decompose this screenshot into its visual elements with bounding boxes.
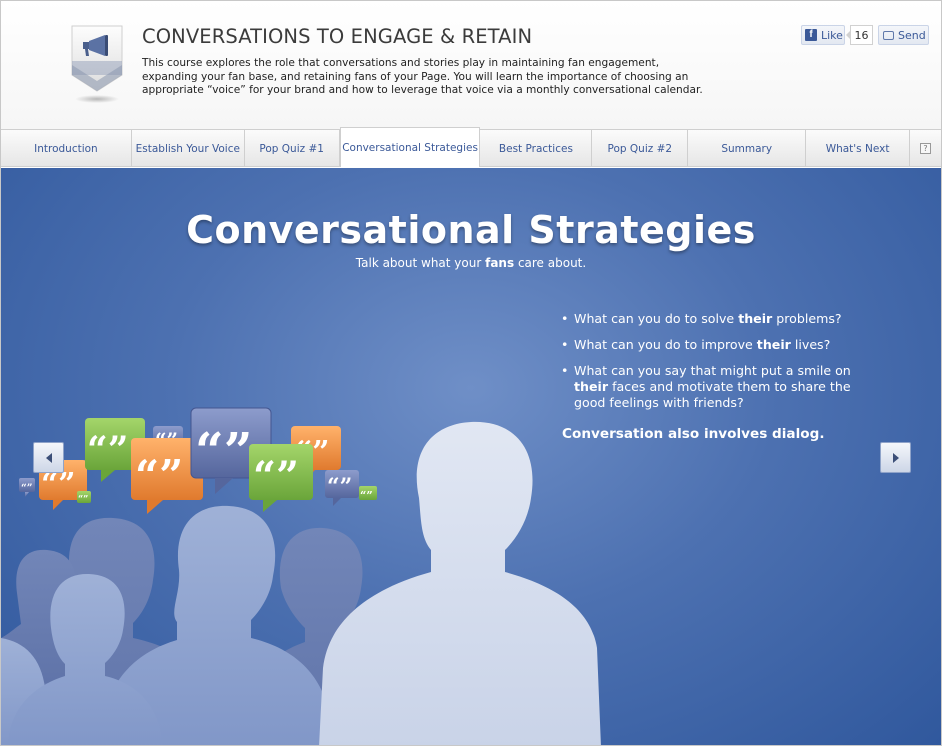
tab-conversational-strategies[interactable]: Conversational Strategies xyxy=(339,127,481,167)
bullet-text-pre: What can you do to improve xyxy=(574,337,757,352)
facebook-logo-icon: f xyxy=(805,29,817,41)
facebook-send-button[interactable]: Send xyxy=(878,25,929,45)
svg-text:“”: “” xyxy=(360,489,373,502)
svg-text:“”: “” xyxy=(253,453,299,500)
stage-title: Conversational Strategies xyxy=(186,208,756,252)
svg-text:“”: “” xyxy=(78,495,88,505)
tab-whats-next[interactable]: What's Next xyxy=(806,130,911,167)
svg-text:“”: “” xyxy=(21,483,33,494)
course-frame: CONVERSATIONS TO ENGAGE & RETAIN This co… xyxy=(0,0,942,746)
like-label: Like xyxy=(821,28,843,42)
next-slide-button[interactable] xyxy=(880,442,911,473)
bullet-text-post: lives? xyxy=(790,337,831,352)
list-item: What can you do to solve their problems? xyxy=(561,311,861,327)
people-and-speech-bubbles-illustration: “” “” “” “” “” “” “” “” “” xyxy=(1,407,601,745)
course-header: CONVERSATIONS TO ENGAGE & RETAIN This co… xyxy=(1,1,941,129)
megaphone-icon xyxy=(71,25,123,103)
send-icon xyxy=(883,30,894,40)
list-item: What can you say that might put a smile … xyxy=(561,363,861,411)
svg-text:“”: “” xyxy=(135,451,183,500)
previous-slide-button[interactable] xyxy=(33,442,64,473)
tab-summary[interactable]: Summary xyxy=(688,130,807,167)
like-count: 16 xyxy=(846,25,873,45)
arrow-left-icon xyxy=(45,452,52,463)
help-icon: ? xyxy=(920,143,931,154)
bullet-text-pre: What can you do to solve xyxy=(574,311,739,326)
tab-best-practices[interactable]: Best Practices xyxy=(480,130,593,167)
svg-text:“”: “” xyxy=(87,429,128,471)
tab-pop-quiz-1[interactable]: Pop Quiz #1 xyxy=(245,130,340,167)
course-tab-bar: Introduction Establish Your Voice Pop Qu… xyxy=(1,127,941,167)
speech-bubble-small-blue: “” xyxy=(19,478,35,497)
bullet-text-bold: their xyxy=(574,379,609,394)
bullet-text-bold: their xyxy=(756,337,791,352)
course-description: This course explores the role that conve… xyxy=(142,57,703,97)
bullet-text-pre: What can you say that might put a smile … xyxy=(574,363,851,378)
bullet-text-bold: their xyxy=(738,311,773,326)
speech-bubble-small-blue-right: “” xyxy=(325,470,359,506)
bullet-text-post: faces and motivate them to share the goo… xyxy=(574,379,851,410)
course-title: CONVERSATIONS TO ENGAGE & RETAIN xyxy=(142,25,533,48)
speech-bubbles-cluster: “” “” “” “” “” “” “” “” “” xyxy=(19,407,377,514)
facebook-like-button[interactable]: f Like xyxy=(801,25,845,45)
strategy-questions-list: What can you do to solve their problems?… xyxy=(561,311,861,421)
svg-text:“”: “” xyxy=(195,421,253,480)
tab-pop-quiz-2[interactable]: Pop Quiz #2 xyxy=(592,130,689,167)
middle-row-silhouettes xyxy=(1,505,333,745)
subtitle-text-post: care about. xyxy=(514,256,587,270)
speech-bubble-small-green-left: “” xyxy=(77,491,91,505)
bullet-text-post: problems? xyxy=(772,311,842,326)
send-label: Send xyxy=(898,28,926,42)
svg-text:“”: “” xyxy=(327,474,352,500)
lesson-stage: “” “” “” “” “” “” “” “” “” Conversationa… xyxy=(1,168,941,745)
subtitle-text-bold: fans xyxy=(485,256,515,270)
arrow-right-icon xyxy=(892,452,899,463)
tab-establish-your-voice[interactable]: Establish Your Voice xyxy=(132,130,245,167)
help-button[interactable]: ? xyxy=(910,130,941,167)
dialog-note: Conversation also involves dialog. xyxy=(562,426,825,442)
speech-bubble-small-green-right: “” xyxy=(359,486,377,502)
stage-subtitle: Talk about what your fans care about. xyxy=(1,256,941,270)
tab-introduction[interactable]: Introduction xyxy=(1,130,132,167)
list-item: What can you do to improve their lives? xyxy=(561,337,861,353)
speech-bubble-green-right: “” xyxy=(249,444,313,512)
subtitle-text-pre: Talk about what your xyxy=(355,256,486,270)
